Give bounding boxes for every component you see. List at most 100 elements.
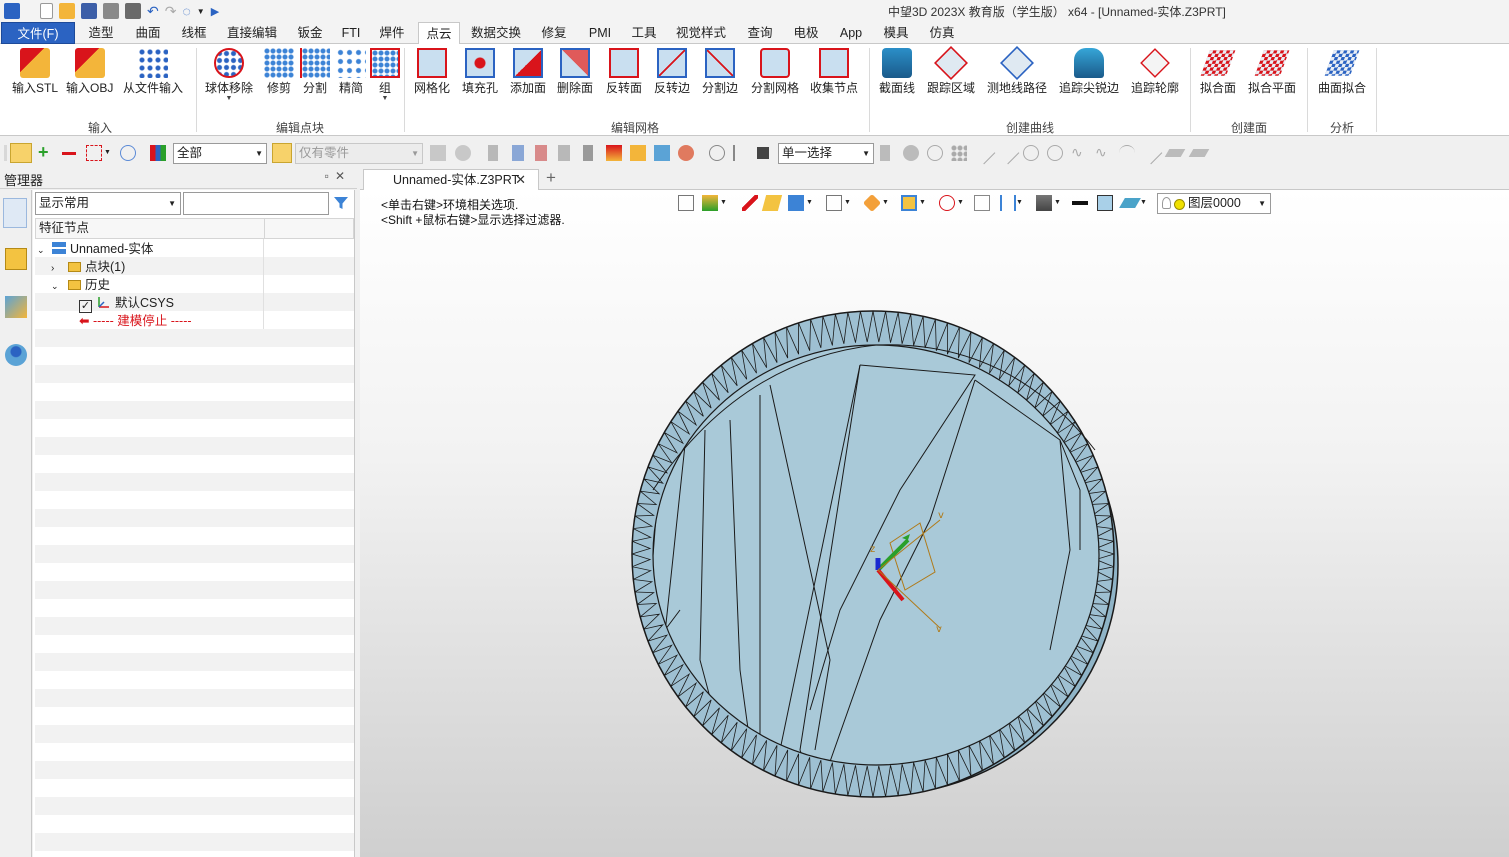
geodesic-path-button[interactable]: 测地线路径	[987, 46, 1047, 95]
3d-viewport[interactable]: <单击右键>环境相关选项. <Shift +鼠标右键>显示选择过滤器. ▼ ▼ …	[360, 190, 1509, 857]
tab-surface[interactable]: 曲面	[130, 22, 166, 44]
fit-plane-button[interactable]: 拟合平面	[1248, 48, 1296, 95]
track-contour-button[interactable]: 追踪轮廓	[1131, 48, 1179, 95]
user-icon[interactable]	[5, 344, 27, 366]
split-button[interactable]: 分割	[300, 48, 330, 95]
document-tab[interactable]: Unnamed-实体.Z3PRT ✕	[363, 169, 539, 191]
collect-nodes-button[interactable]: 收集节点	[810, 48, 858, 95]
fit-surface-button[interactable]: 拟合面	[1200, 48, 1236, 95]
align-icon[interactable]	[488, 145, 498, 161]
lasso-select-icon[interactable]	[120, 145, 136, 161]
align-left-icon[interactable]	[512, 145, 524, 161]
history-manager-icon[interactable]	[3, 198, 27, 228]
open-file-icon[interactable]	[59, 3, 75, 19]
align-center-icon[interactable]	[535, 145, 547, 161]
view-manager-icon[interactable]	[5, 296, 27, 318]
tab-query[interactable]: 查询	[742, 22, 778, 44]
tab-tools[interactable]: 工具	[626, 22, 662, 44]
mesh-model[interactable]: v v z	[360, 190, 1509, 857]
select-mode-combo[interactable]: 单一选择 ▼	[778, 143, 874, 164]
fill-hole-button[interactable]: 填充孔	[462, 48, 498, 95]
close-tab-icon[interactable]: ✕	[515, 170, 526, 190]
collapse-icon[interactable]: ⌄	[37, 241, 49, 259]
dropdown-arrow-icon[interactable]: ▼	[226, 95, 233, 103]
split-edge-button[interactable]: 分割边	[702, 48, 738, 95]
delete-face-button[interactable]: 删除面	[557, 48, 593, 95]
refresh-icon[interactable]: ◌	[182, 3, 190, 19]
import-obj-button[interactable]: 输入OBJ	[66, 48, 113, 95]
tab-mold[interactable]: 模具	[878, 22, 914, 44]
palette-icon[interactable]	[678, 145, 694, 161]
flip-edge-button[interactable]: 反转边	[654, 48, 690, 95]
tree-node-point-block[interactable]: › 点块(1)	[51, 258, 125, 276]
add-tab-button[interactable]: +	[546, 168, 556, 188]
print-icon[interactable]	[103, 3, 119, 19]
tab-wireframe[interactable]: 线框	[176, 22, 212, 44]
tab-modeling[interactable]: 造型	[83, 22, 119, 44]
import-stl-button[interactable]: 输入STL	[12, 48, 58, 95]
pick-icon[interactable]	[10, 143, 32, 163]
part-filter-icon[interactable]	[272, 143, 292, 163]
collapse-icon[interactable]: ⌄	[51, 277, 65, 295]
tab-weldment[interactable]: 焊件	[374, 22, 410, 44]
tree-node-root[interactable]: ⌄ Unnamed-实体	[37, 240, 153, 258]
float-panel-icon[interactable]: ▫	[325, 169, 335, 183]
save-icon[interactable]	[81, 3, 97, 19]
add-icon[interactable]: +	[38, 143, 54, 161]
tab-direct-edit[interactable]: 直接编辑	[224, 22, 280, 44]
tree-node-history[interactable]: ⌄ 历史	[51, 276, 110, 294]
tab-sheet-metal[interactable]: 钣金	[292, 22, 328, 44]
run-icon[interactable]: ▶	[211, 5, 219, 18]
filter-combo[interactable]: 全部 ▼	[173, 143, 267, 164]
layer-icon[interactable]	[606, 145, 622, 161]
redo-icon[interactable]: ↷	[165, 3, 177, 20]
part-filter-combo[interactable]: 仅有零件 ▼	[295, 143, 423, 164]
print-preview-icon[interactable]	[125, 3, 141, 19]
split-mesh-button[interactable]: 分割网格	[751, 48, 799, 95]
filter-icon[interactable]	[150, 145, 166, 161]
tab-fti[interactable]: FTI	[338, 22, 364, 44]
tab-pmi[interactable]: PMI	[584, 22, 616, 44]
rollback-icon[interactable]	[733, 145, 741, 161]
tab-visual-style[interactable]: 视觉样式	[672, 22, 730, 44]
align-right-icon[interactable]	[558, 145, 570, 161]
new-file-icon[interactable]	[40, 3, 53, 19]
tab-repair[interactable]: 修复	[536, 22, 572, 44]
meshing-button[interactable]: 网格化	[414, 48, 450, 95]
add-face-button[interactable]: 添加面	[510, 48, 546, 95]
part-view-icon[interactable]	[5, 248, 27, 270]
tab-app[interactable]: App	[836, 22, 866, 44]
image-icon[interactable]	[654, 145, 670, 161]
tab-point-cloud[interactable]: 点云	[418, 22, 460, 45]
surface-fit-analysis-button[interactable]: 曲面拟合	[1318, 48, 1366, 95]
dropdown-arrow-icon[interactable]: ▼	[382, 95, 389, 103]
sphere-remove-button[interactable]: 球体移除 ▼	[205, 48, 253, 103]
trim-button[interactable]: 修剪	[264, 48, 294, 95]
undo-icon[interactable]: ↶	[147, 3, 159, 20]
pointer-icon[interactable]	[583, 145, 593, 161]
tree-search-input[interactable]	[183, 192, 329, 215]
stop-icon[interactable]	[757, 147, 769, 159]
group-button[interactable]: 组 ▼	[370, 48, 400, 103]
simplify-button[interactable]: 精简	[336, 48, 366, 95]
import-from-file-button[interactable]: 从文件输入	[123, 48, 183, 95]
customize-dropdown-icon[interactable]: ▼	[197, 7, 205, 16]
tab-data-exchange[interactable]: 数据交换	[468, 22, 524, 44]
tree-node-csys[interactable]: ✓ 默认CSYS	[79, 294, 174, 313]
section-curve-button[interactable]: 截面线	[879, 48, 915, 95]
tab-electrode[interactable]: 电极	[788, 22, 824, 44]
folder-icon[interactable]	[630, 145, 646, 161]
box-select-icon[interactable]	[86, 145, 102, 161]
track-region-button[interactable]: 跟踪区域	[927, 46, 975, 95]
app-logo-icon[interactable]	[4, 3, 20, 19]
box-select-dropdown-icon[interactable]: ▼	[104, 149, 120, 165]
flip-face-button[interactable]: 反转面	[606, 48, 642, 95]
filter-funnel-icon[interactable]	[333, 195, 349, 211]
track-sharp-edge-button[interactable]: 追踪尖锐边	[1059, 48, 1119, 95]
display-filter-combo[interactable]: 显示常用 ▼	[35, 192, 181, 215]
tab-simulation[interactable]: 仿真	[924, 22, 960, 44]
remove-icon[interactable]	[62, 152, 76, 155]
tree-node-modeling-stop[interactable]: ⬅ ----- 建模停止 -----	[79, 312, 192, 330]
file-menu[interactable]: 文件(F)	[1, 22, 75, 44]
history-icon[interactable]	[709, 145, 725, 161]
